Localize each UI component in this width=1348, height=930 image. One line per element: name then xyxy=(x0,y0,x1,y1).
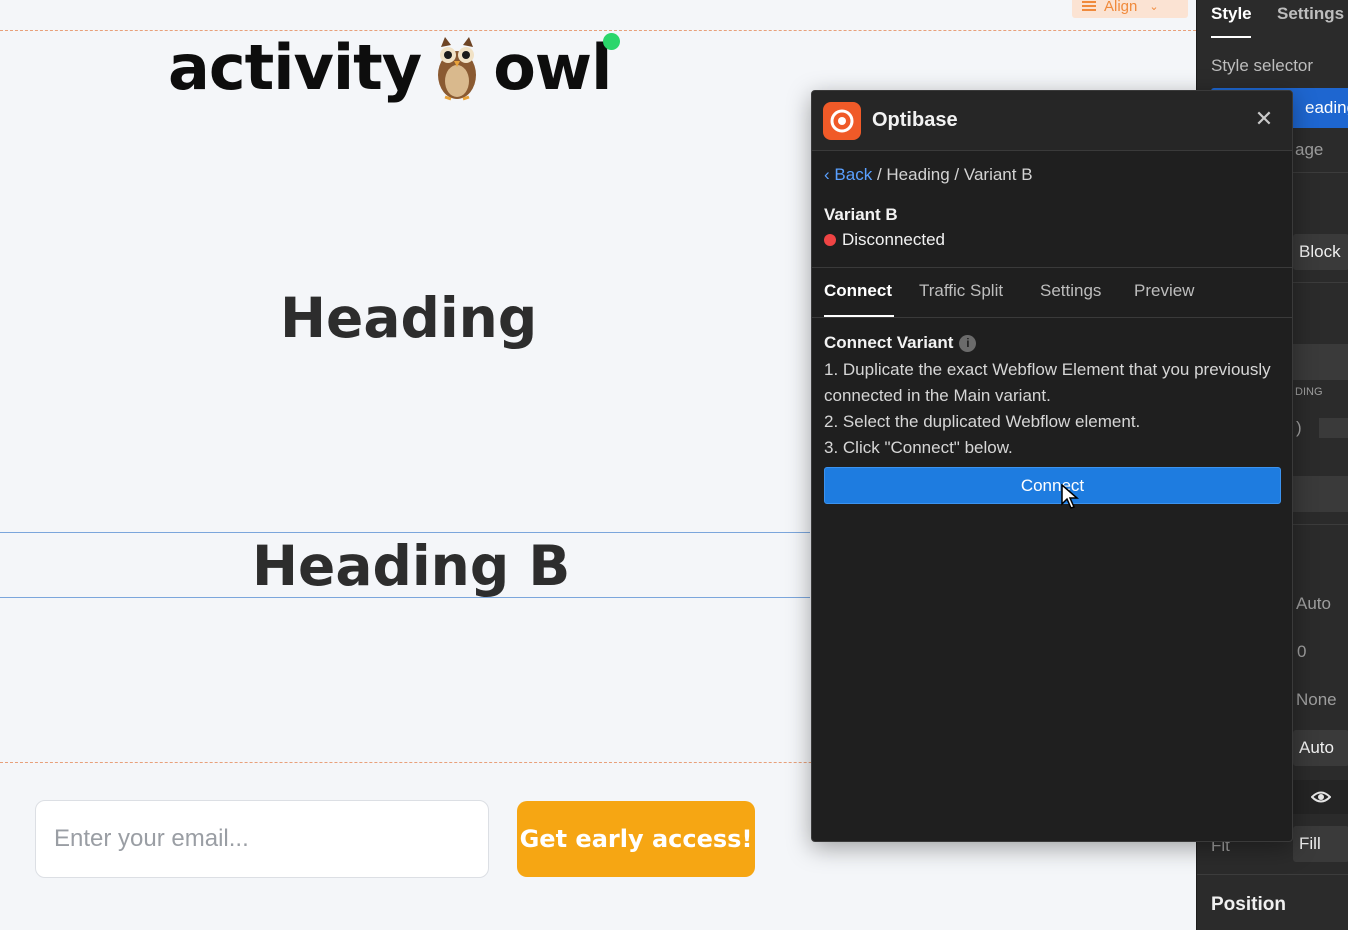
connect-variant-heading: Connect Variant i xyxy=(824,333,977,353)
email-input[interactable] xyxy=(35,800,489,878)
variant-name: Variant B xyxy=(824,205,898,224)
optibase-panel: Optibase ✕ ‹ Back / Heading / Variant B … xyxy=(811,90,1293,842)
mouse-cursor-icon xyxy=(1061,484,1079,509)
get-early-access-button[interactable]: Get early access! xyxy=(517,801,755,877)
tab-connect[interactable]: Connect xyxy=(824,281,892,301)
eye-icon xyxy=(1311,791,1331,803)
activity-owl-logo[interactable]: activity owl xyxy=(168,28,612,108)
disconnected-dot-icon xyxy=(824,234,836,246)
chevron-down-icon: ⌄ xyxy=(1149,0,1159,13)
instruction-step-1: 1. Duplicate the exact Webflow Element t… xyxy=(824,360,1271,405)
selector-page-label: age xyxy=(1295,140,1324,159)
close-icon[interactable]: ✕ xyxy=(1252,107,1276,131)
status-text: Disconnected xyxy=(842,230,946,249)
display-block-field[interactable]: Block xyxy=(1293,234,1348,270)
tabs-divider-top xyxy=(812,267,1292,268)
owl-icon xyxy=(438,37,477,101)
chevron-left-icon: ‹ xyxy=(824,165,830,184)
tab-traffic-split[interactable]: Traffic Split xyxy=(919,281,1003,301)
padding-label: DING xyxy=(1295,386,1323,398)
align-label: Align xyxy=(1104,0,1138,15)
tab-style[interactable]: Style xyxy=(1211,4,1252,24)
status-badge: Disconnected xyxy=(824,230,945,250)
visibility-toggle[interactable] xyxy=(1293,780,1348,814)
connect-button[interactable]: Connect xyxy=(824,467,1281,504)
optibase-logo-icon xyxy=(823,102,861,140)
position-section-title[interactable]: Position xyxy=(1211,894,1286,916)
optibase-header: Optibase ✕ xyxy=(812,91,1292,151)
optibase-title: Optibase xyxy=(872,109,958,131)
heading-main[interactable]: Heading xyxy=(280,286,537,350)
tab-preview[interactable]: Preview xyxy=(1134,281,1194,301)
heading-variant-b[interactable]: Heading B xyxy=(252,534,570,598)
instruction-step-2: 2. Select the duplicated Webflow element… xyxy=(824,412,1141,431)
breadcrumb-path: / Heading / Variant B xyxy=(876,165,1033,184)
logo-word-activity: activity xyxy=(168,31,422,104)
style-selector-label: Style selector xyxy=(1211,56,1314,75)
padding-input[interactable] xyxy=(1319,418,1348,438)
tab-settings-optibase[interactable]: Settings xyxy=(1040,281,1101,301)
spacing-field-2[interactable] xyxy=(1293,476,1348,512)
spacing-field[interactable] xyxy=(1293,344,1348,380)
panel-divider xyxy=(1197,874,1348,875)
logo-word-owl: owl xyxy=(493,31,612,104)
breadcrumb: ‹ Back / Heading / Variant B xyxy=(824,165,1033,185)
instruction-step-3: 3. Click "Connect" below. xyxy=(824,438,1013,457)
fit-fill-field[interactable]: Fill xyxy=(1293,826,1348,862)
size-min-value[interactable]: 0 xyxy=(1297,642,1306,662)
align-icon xyxy=(1082,1,1096,11)
size-max-value[interactable]: None xyxy=(1296,690,1337,710)
align-button[interactable]: Align ⌄ xyxy=(1072,0,1188,18)
size-width-value[interactable]: Auto xyxy=(1296,594,1331,614)
info-icon[interactable]: i xyxy=(959,334,977,352)
overflow-auto-field[interactable]: Auto xyxy=(1293,730,1348,766)
tab-settings[interactable]: Settings xyxy=(1277,4,1344,24)
tab-style-underline xyxy=(1211,36,1251,38)
padding-value[interactable]: ) xyxy=(1296,418,1302,438)
back-link[interactable]: ‹ Back xyxy=(824,165,872,184)
status-indicator-dot xyxy=(603,33,620,50)
tabs-divider-bottom xyxy=(812,317,1292,318)
